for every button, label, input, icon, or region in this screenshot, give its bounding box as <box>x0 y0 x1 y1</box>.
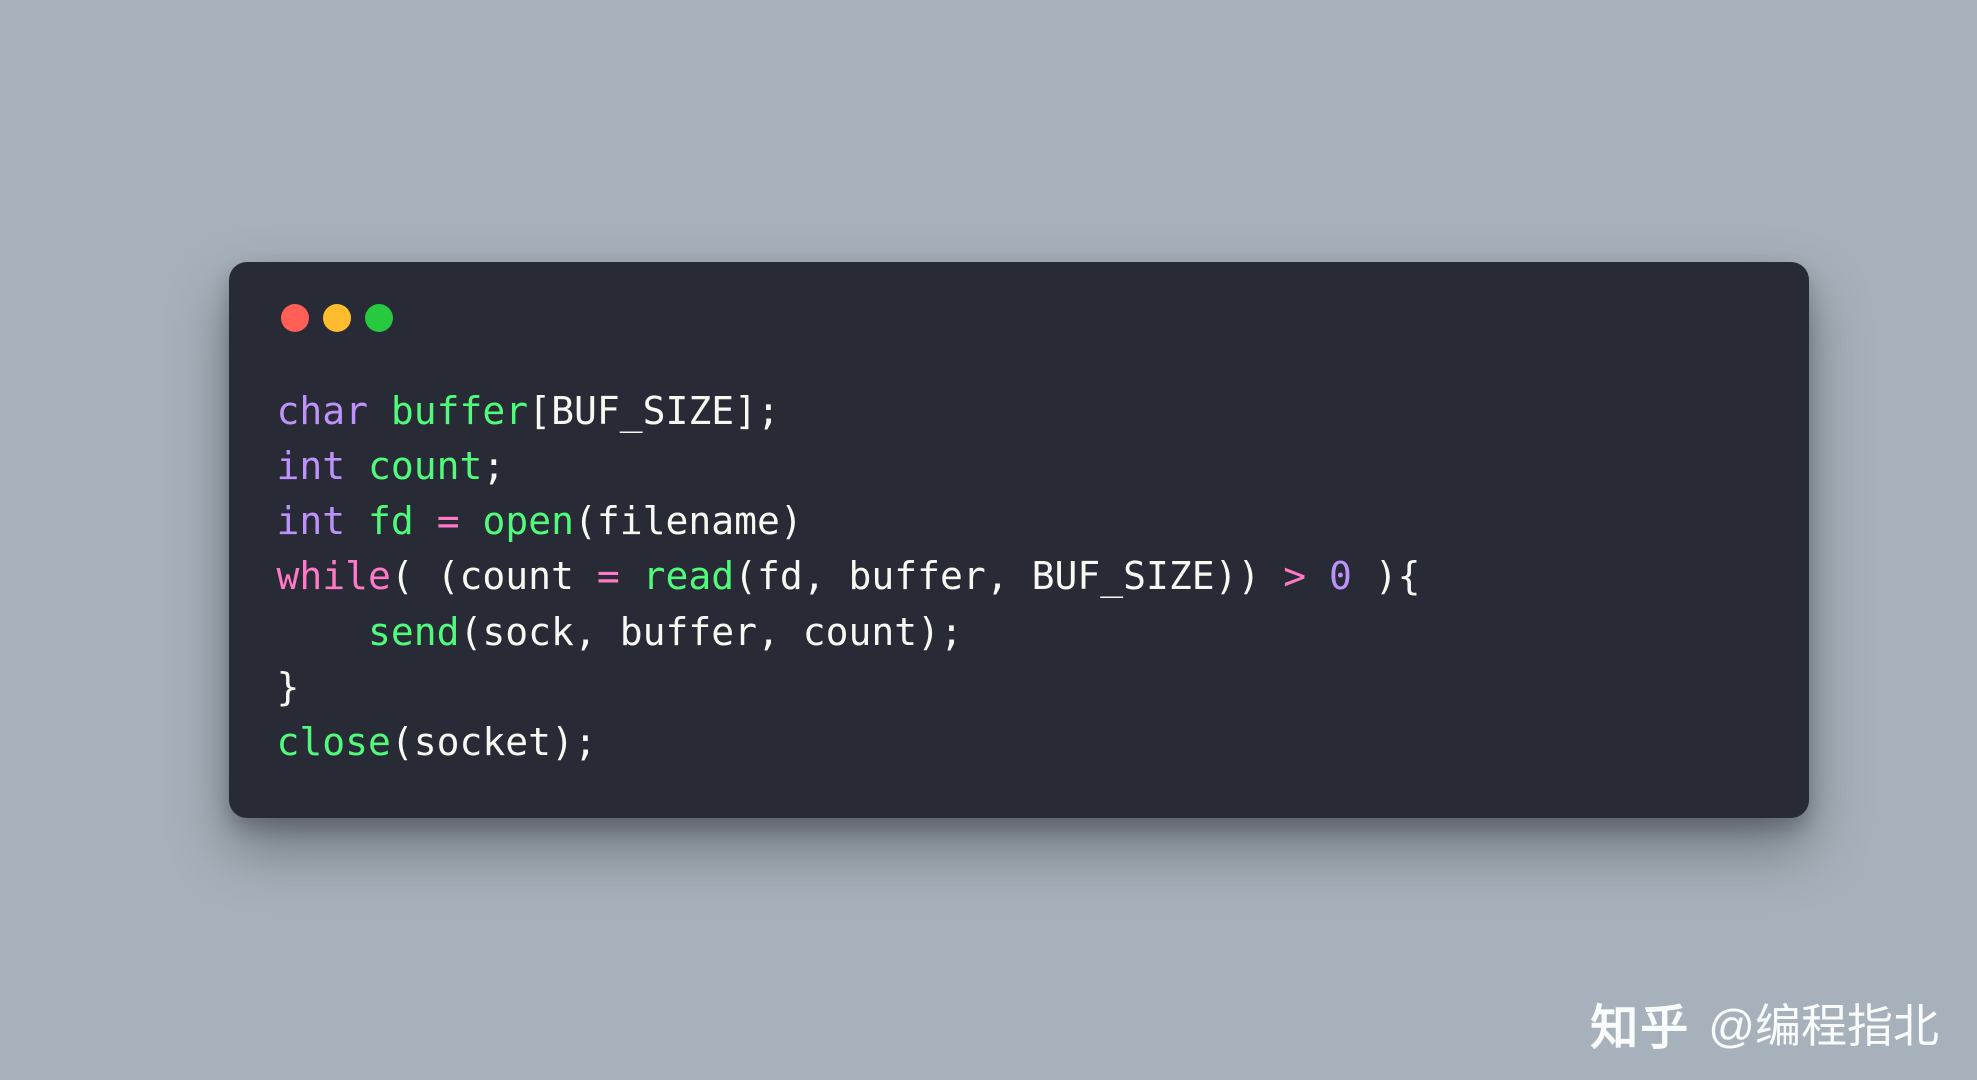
keyword-int: int <box>277 444 346 488</box>
watermark-logo: 知乎 <box>1590 988 1690 1058</box>
operator-assign: = <box>437 499 460 543</box>
brace-close: } <box>277 665 300 709</box>
traffic-lights <box>277 304 1761 332</box>
identifier-bufsize: BUF_SIZE <box>551 389 734 433</box>
identifier-buffer: buffer <box>391 389 528 433</box>
identifier-fd: fd <box>368 499 414 543</box>
keyword-while: while <box>277 554 391 598</box>
function-open: open <box>482 499 574 543</box>
close-icon[interactable] <box>281 304 309 332</box>
function-send: send <box>368 610 460 654</box>
maximize-icon[interactable] <box>365 304 393 332</box>
identifier-count: count <box>368 444 482 488</box>
watermark-text: @编程指北 <box>1708 990 1939 1056</box>
number-zero: 0 <box>1329 554 1352 598</box>
keyword-char: char <box>277 389 369 433</box>
function-close: close <box>277 720 391 764</box>
operator-assign: = <box>597 554 620 598</box>
function-read: read <box>643 554 735 598</box>
code-window: char buffer[BUF_SIZE]; int count; int fd… <box>229 262 1809 818</box>
minimize-icon[interactable] <box>323 304 351 332</box>
operator-gt: > <box>1283 554 1306 598</box>
code-block: char buffer[BUF_SIZE]; int count; int fd… <box>277 384 1761 770</box>
keyword-int: int <box>277 499 346 543</box>
identifier-filename: filename <box>597 499 780 543</box>
watermark: 知乎 @编程指北 <box>1590 988 1939 1058</box>
